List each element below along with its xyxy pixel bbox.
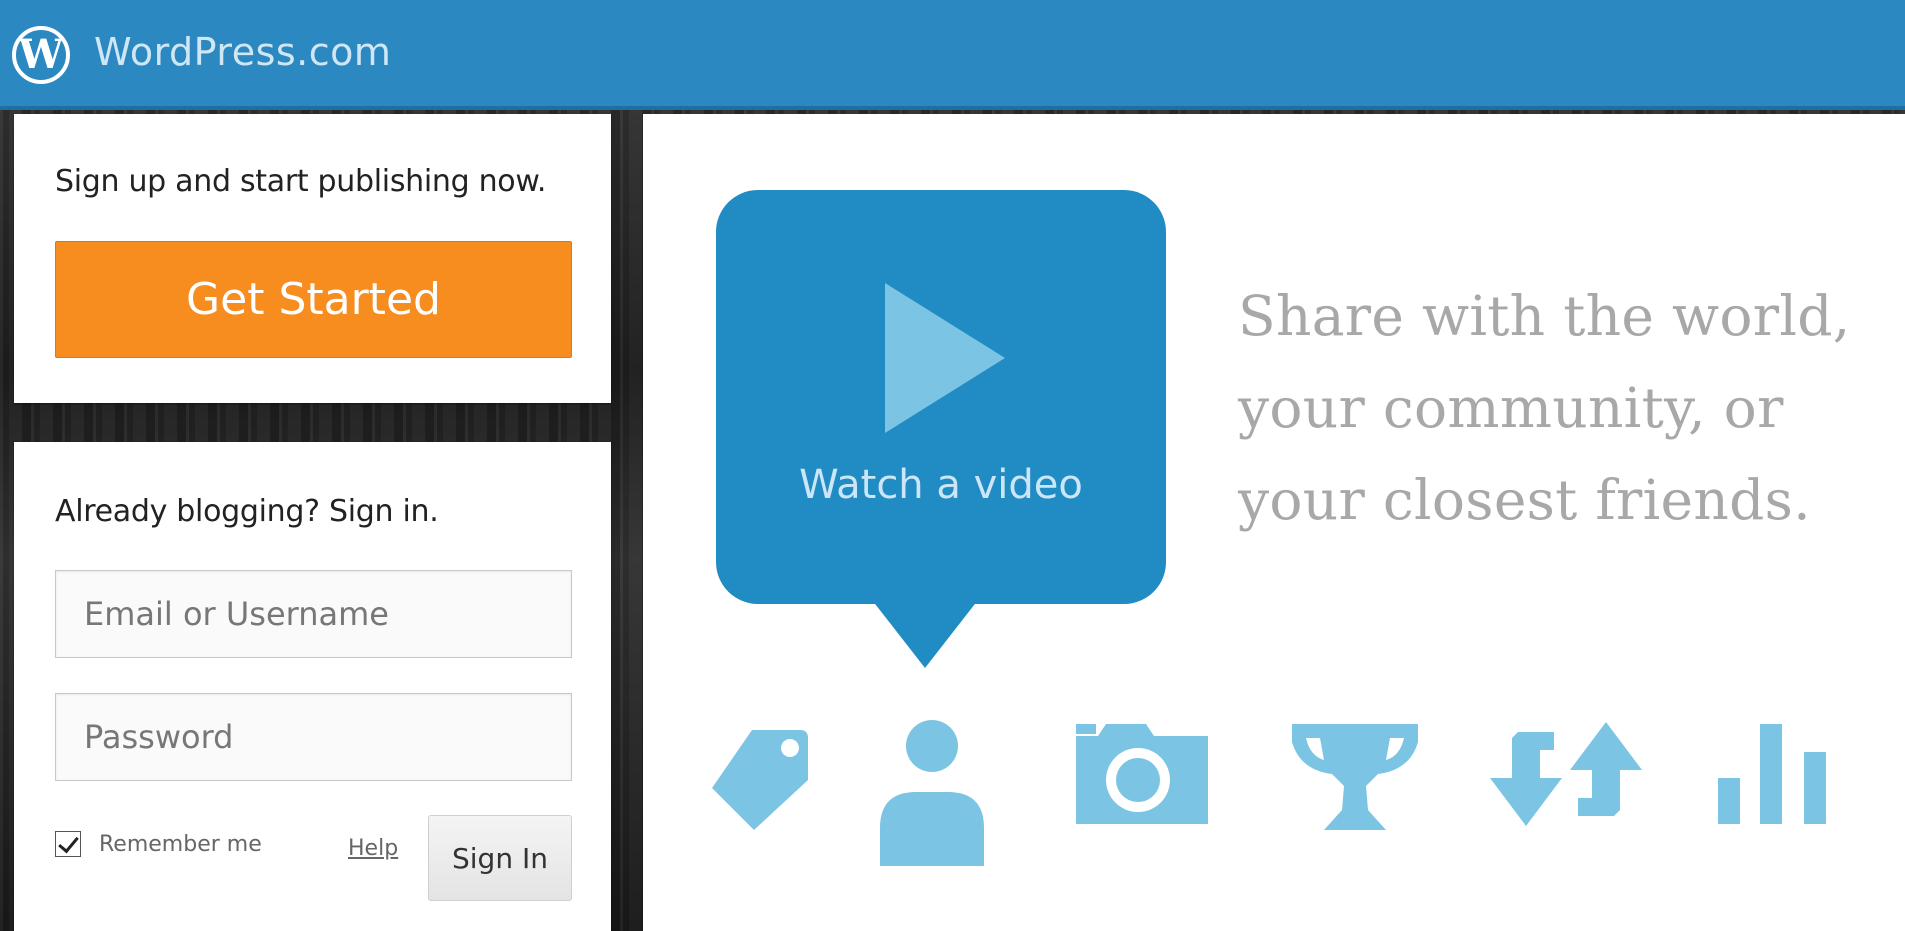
swap-arrows-icon bbox=[1490, 722, 1642, 826]
tagline-line: your community, or bbox=[1238, 376, 1784, 440]
bar-chart-icon bbox=[1718, 724, 1826, 824]
camera-icon bbox=[1076, 724, 1208, 824]
password-input[interactable] bbox=[55, 693, 572, 781]
remember-me-checkbox[interactable] bbox=[55, 831, 81, 857]
tagline-line: Share with the world, bbox=[1238, 284, 1851, 348]
tagline: Share with the world, your community, or… bbox=[1238, 270, 1851, 546]
signup-card: Sign up and start publishing now. Get St… bbox=[14, 114, 611, 403]
watch-video-label[interactable]: Watch a video bbox=[716, 462, 1166, 508]
remember-me-row: Remember me bbox=[55, 831, 262, 857]
trophy-icon bbox=[1292, 724, 1418, 830]
sign-in-button[interactable]: Sign In bbox=[428, 815, 572, 901]
help-link[interactable]: Help bbox=[348, 836, 398, 861]
signin-card: Already blogging? Sign in. Remember me H… bbox=[14, 442, 611, 931]
brand-title[interactable]: WordPress.com bbox=[94, 30, 391, 74]
top-bar: W WordPress.com bbox=[0, 0, 1905, 110]
signup-heading: Sign up and start publishing now. bbox=[55, 164, 547, 199]
get-started-button[interactable]: Get Started bbox=[55, 241, 572, 358]
remember-me-label[interactable]: Remember me bbox=[99, 832, 262, 857]
video-bubble-tail bbox=[872, 600, 978, 668]
wordpress-logo-icon[interactable]: W bbox=[12, 26, 70, 84]
email-username-input[interactable] bbox=[55, 570, 572, 658]
person-icon bbox=[880, 720, 984, 866]
tag-icon bbox=[712, 730, 808, 830]
play-icon[interactable] bbox=[885, 283, 1005, 433]
tagline-line: your closest friends. bbox=[1238, 468, 1811, 532]
signin-heading: Already blogging? Sign in. bbox=[55, 494, 439, 529]
